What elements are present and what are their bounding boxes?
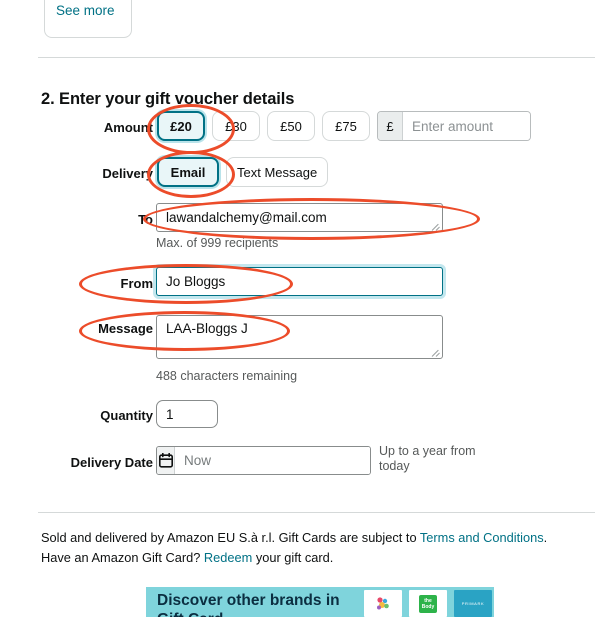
promo-banner-tiles: the Body PRIMARK	[364, 590, 492, 617]
amount-option-50[interactable]: £50	[267, 111, 315, 141]
custom-amount-group: £	[377, 111, 531, 141]
currency-prefix: £	[378, 112, 403, 140]
legal-text-part-1: Sold and delivered by Amazon EU S.à r.l.…	[41, 530, 420, 545]
divider-top	[38, 57, 595, 58]
redeem-link[interactable]: Redeem	[204, 550, 252, 565]
message-hint: 488 characters remaining	[156, 369, 298, 383]
amount-label: Amount	[103, 120, 153, 135]
divider-bottom	[38, 512, 595, 513]
delivery-label: Delivery	[102, 166, 153, 181]
page-title: 2. Enter your gift voucher details	[41, 89, 295, 108]
amount-options: £20 £30 £50 £75 £	[157, 111, 531, 141]
message-label: Message	[98, 321, 153, 336]
custom-amount-input[interactable]	[403, 112, 530, 140]
brand-tile-3-label: PRIMARK	[461, 601, 485, 606]
promo-banner[interactable]: Discover other brands in Gift Card theBo…	[146, 587, 494, 617]
quantity-input[interactable]	[156, 400, 218, 428]
from-label: From	[120, 276, 154, 291]
delivery-date-help: Up to a year from today	[379, 444, 476, 473]
to-hint: Max. of 999 recipients	[156, 236, 279, 250]
legal-text-part-3: your gift card.	[252, 550, 334, 565]
delivery-date-group	[156, 446, 371, 475]
amount-option-30[interactable]: £30	[212, 111, 260, 141]
to-input[interactable]	[156, 203, 443, 232]
message-input[interactable]	[156, 315, 443, 359]
from-input[interactable]	[156, 267, 443, 296]
delivery-date-input[interactable]	[175, 447, 370, 474]
brand-tile-1[interactable]	[364, 590, 402, 617]
legal-text: Sold and delivered by Amazon EU S.à r.l.…	[41, 528, 571, 568]
brand-tile-2[interactable]: the Body	[409, 590, 447, 617]
quantity-label: Quantity	[100, 408, 153, 423]
amount-option-75[interactable]: £75	[322, 111, 370, 141]
promo-banner-title: Discover other brands in Gift Card	[157, 592, 340, 617]
delivery-option-text-message[interactable]: Text Message	[226, 157, 329, 187]
calendar-icon[interactable]	[157, 447, 175, 474]
see-more-link[interactable]: See more	[56, 2, 115, 20]
delivery-option-email[interactable]: Email	[157, 157, 219, 187]
amount-option-20[interactable]: £20	[157, 111, 205, 141]
to-label: To	[138, 212, 153, 227]
terms-and-conditions-link[interactable]: Terms and Conditions	[420, 530, 544, 545]
delivery-options: Email Text Message	[157, 157, 329, 187]
delivery-date-label: Delivery Date	[70, 455, 153, 470]
brand-tile-3[interactable]: PRIMARK	[454, 590, 492, 617]
